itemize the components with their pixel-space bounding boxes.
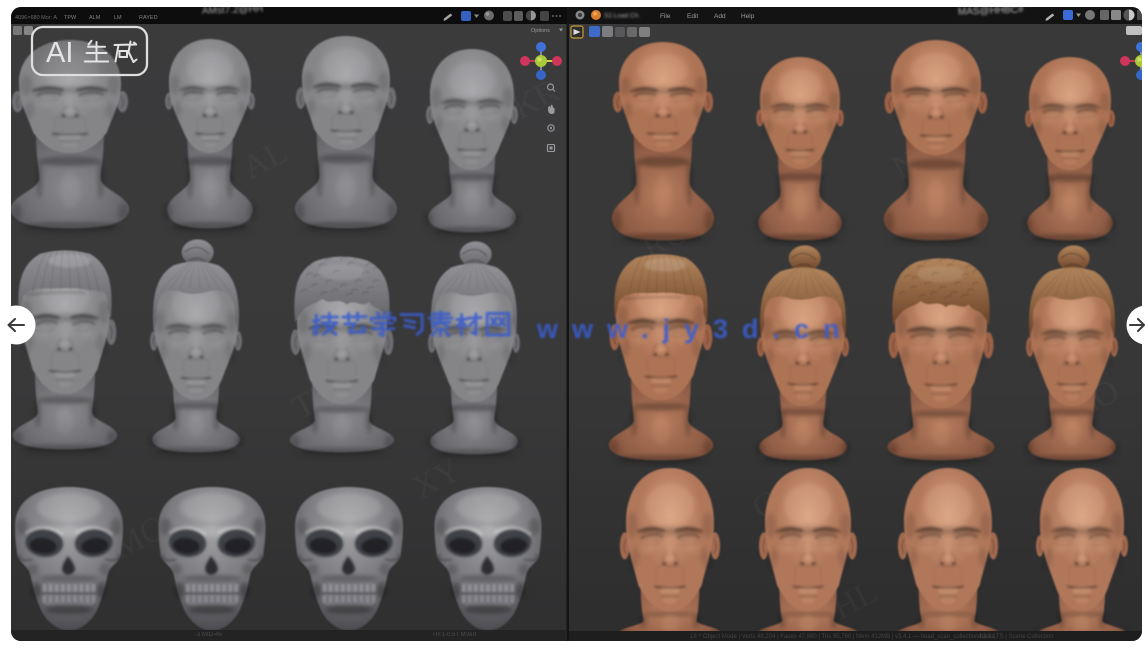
- svg-text:File: File: [660, 13, 671, 20]
- svg-text:Edit: Edit: [687, 13, 698, 20]
- svg-text:AI: AI: [46, 37, 73, 69]
- svg-text:Help: Help: [741, 13, 755, 20]
- svg-text:4096×680 Mor: A: 4096×680 Mor: A: [15, 15, 57, 21]
- svg-text:RAYED: RAYED: [139, 15, 158, 21]
- svg-text:Options: Options: [531, 28, 550, 34]
- svg-text:Add: Add: [714, 13, 726, 20]
- svg-text:TPW: TPW: [64, 15, 77, 21]
- svg-text:S2.Load Ch.: S2.Load Ch.: [604, 13, 640, 20]
- svg-text:www.jy3d.cn: www.jy3d.cn: [536, 314, 854, 344]
- svg-text:TR:1-0.5T MVert: TR:1-0.5T MVert: [432, 632, 477, 638]
- svg-text:4.2.1 LTS | Scene Collection: 4.2.1 LTS | Scene Collection: [978, 634, 1054, 640]
- svg-text:18 ^ Object Mode | Verts 48,20: 18 ^ Object Mode | Verts 48,204 | Faces …: [690, 634, 995, 640]
- svg-text:LM: LM: [114, 15, 122, 21]
- svg-text:ALM: ALM: [89, 15, 101, 21]
- svg-text:-3 MID-45: -3 MID-45: [195, 632, 222, 638]
